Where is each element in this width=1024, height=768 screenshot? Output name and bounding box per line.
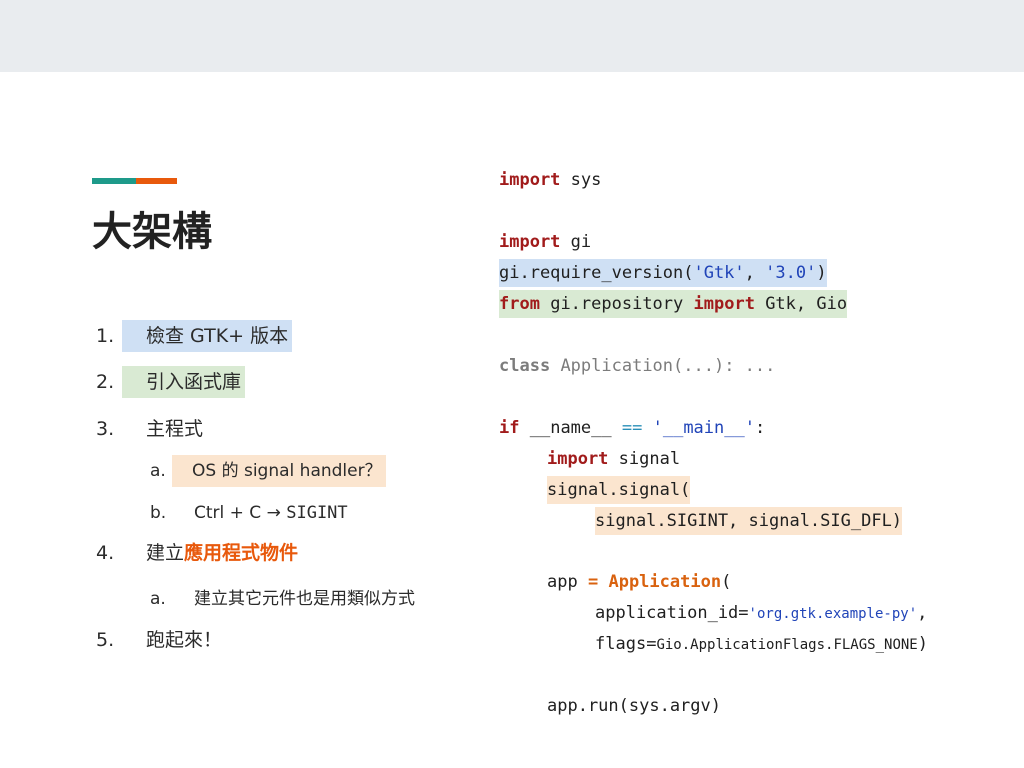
- code-token: signal.SIGINT, signal.SIG_DFL): [595, 511, 903, 531]
- code-operator: =: [646, 634, 657, 654]
- code-line-10: import signal: [547, 445, 680, 473]
- code-line-5: from gi.repository import Gtk, Gio: [499, 290, 848, 318]
- code-string: '__main__': [652, 418, 755, 438]
- outline-text-label: Ctrl + C →: [194, 503, 287, 523]
- outline-text-label: 建立: [146, 542, 185, 564]
- code-token: (: [721, 572, 732, 592]
- code-line-9: if __name__ == '__main__':: [499, 414, 765, 442]
- outline-number: 2.: [96, 371, 115, 393]
- code-token: gi: [570, 232, 592, 252]
- code-keyword: import: [499, 170, 561, 190]
- outline-text-label: OS 的 signal handler？: [192, 461, 382, 481]
- outline-text-code: SIGINT: [286, 503, 348, 523]
- outline-text: Ctrl + C → SIGINT: [190, 497, 352, 529]
- outline-text: 建立其它元件也是用類似方式: [194, 589, 415, 609]
- outline-number: 1.: [96, 325, 115, 347]
- code-keyword: import: [547, 449, 609, 469]
- code-line-11: signal.signal(: [547, 476, 691, 504]
- outline-text-label: 引入函式庫: [146, 371, 242, 393]
- code-token: ,: [744, 263, 766, 283]
- outline-number: a.: [150, 589, 166, 609]
- outline-text: OS 的 signal handler？: [172, 455, 386, 487]
- code-token: Gtk, Gio: [765, 294, 848, 314]
- outline-number: 4.: [96, 542, 115, 564]
- outline-number: 5.: [96, 629, 115, 651]
- code-string: 'Gtk': [693, 263, 745, 283]
- outline-text: 跑起來！: [146, 629, 223, 651]
- code-token: application_id: [595, 603, 739, 623]
- code-line-4: gi.require_version('Gtk', '3.0'): [499, 259, 827, 287]
- code-keyword: class: [499, 356, 551, 376]
- outline-text: 檢查 GTK+ 版本: [122, 320, 293, 352]
- code-token: :: [754, 418, 766, 438]
- code-string: 'org.gtk.example-py': [748, 606, 918, 622]
- outline-text: 主程式: [146, 418, 204, 440]
- code-token: ,: [917, 603, 928, 623]
- code-token: Application(...): ...: [560, 356, 776, 376]
- code-keyword: import: [499, 232, 561, 252]
- code-operator: =: [587, 572, 599, 592]
- code-token: app: [547, 572, 578, 592]
- outline-number: a.: [150, 461, 166, 481]
- code-class-name: Application: [608, 572, 722, 592]
- outline-text: 建立應用程式物件: [142, 537, 302, 569]
- code-token: ): [917, 634, 928, 654]
- outline-text-emphasis: 應用程式物件: [184, 542, 299, 564]
- code-line-1: import sys: [499, 166, 601, 194]
- code-token: __name__: [529, 418, 612, 438]
- outline-number: 3.: [96, 418, 115, 440]
- code-line-15: application_id='org.gtk.example-py',: [595, 599, 927, 627]
- code-line-14: app = Application(: [547, 568, 731, 596]
- outline-number: b.: [150, 503, 167, 523]
- code-token: gi.require_version(: [499, 263, 694, 283]
- code-token: sys: [570, 170, 602, 190]
- code-token: signal.signal(: [547, 480, 691, 500]
- code-operator: =: [738, 603, 749, 623]
- code-line-3: import gi: [499, 228, 591, 256]
- code-operator: ==: [621, 418, 643, 438]
- code-line-12: signal.SIGINT, signal.SIG_DFL): [595, 507, 903, 535]
- outline-text: 引入函式庫: [122, 366, 246, 398]
- code-keyword: from: [499, 294, 540, 314]
- code-token: gi.repository: [550, 294, 684, 314]
- code-token: flags: [595, 634, 647, 654]
- code-keyword: import: [693, 294, 755, 314]
- code-string: '3.0': [765, 263, 817, 283]
- code-line-18: app.run(sys.argv): [547, 692, 721, 720]
- code-token: Gio.ApplicationFlags.FLAGS_NONE: [656, 637, 918, 653]
- code-line-7: class Application(...): ...: [499, 352, 775, 380]
- code-token: ): [816, 263, 827, 283]
- code-token: app.run(sys.argv): [547, 696, 721, 716]
- outline-text-label: 檢查 GTK+ 版本: [146, 325, 289, 347]
- code-keyword: if: [499, 418, 520, 438]
- outline-list: 1. 檢查 GTK+ 版本 2. 引入函式庫 3. 主程式 a. OS 的 si…: [0, 0, 500, 768]
- code-token: signal: [618, 449, 681, 469]
- code-line-16: flags=Gio.ApplicationFlags.FLAGS_NONE): [595, 630, 928, 658]
